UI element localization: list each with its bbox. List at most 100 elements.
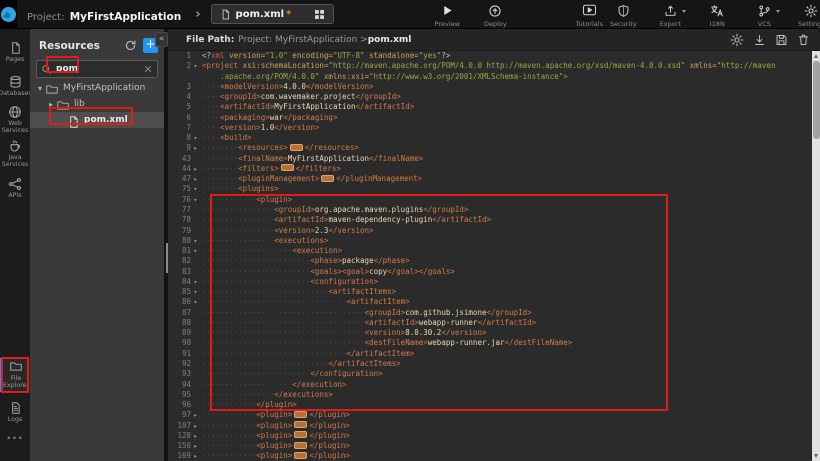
file-path-label: File Path:: [186, 35, 234, 45]
sidebar-item-label: APIs: [8, 193, 21, 200]
clear-search-icon[interactable]: [143, 64, 153, 75]
scroll-up-arrow-icon[interactable]: [814, 54, 818, 58]
sidebar-more-button[interactable]: •••: [0, 434, 30, 448]
code-editor[interactable]: 1<?xml version="1.0" encoding="UTF-8" st…: [168, 51, 820, 461]
fold-toggle-icon[interactable]: ▸: [191, 164, 200, 174]
code-line: 77················<groupId>org.apache.ma…: [168, 205, 820, 215]
code-line: 169▸············<plugin></plugin>: [168, 451, 820, 461]
folded-code-chip[interactable]: [294, 421, 307, 428]
settings-button[interactable]: [730, 33, 744, 47]
fold-spacer: [191, 215, 200, 225]
fold-toggle-icon[interactable]: ▸: [191, 451, 200, 461]
fold-toggle-icon[interactable]: ▾: [191, 133, 200, 143]
preview-button[interactable]: Preview: [430, 1, 464, 28]
fold-toggle-icon[interactable]: ▾: [191, 195, 200, 205]
wavemaker-logo-icon[interactable]: [0, 0, 17, 28]
tree-item-lib[interactable]: ▸ lib: [30, 96, 164, 112]
fold-toggle-icon[interactable]: ▾: [191, 287, 200, 297]
fold-toggle-icon[interactable]: ▾: [191, 61, 200, 71]
code-lines: 1<?xml version="1.0" encoding="UTF-8" st…: [168, 51, 820, 461]
export-button[interactable]: Export: [653, 1, 687, 28]
security-label: Security: [610, 20, 637, 28]
caret-right-icon[interactable]: ▸: [46, 100, 56, 109]
line-number: 83: [168, 267, 191, 277]
folded-code-chip[interactable]: [321, 175, 334, 182]
download-button[interactable]: [753, 33, 766, 47]
collapse-panel-button[interactable]: «: [155, 32, 168, 47]
topbar-left-actions: Preview Deploy Tutorials: [430, 1, 606, 28]
sidebar-item-databases[interactable]: Databases: [0, 71, 30, 101]
caret-down-icon[interactable]: ▾: [35, 84, 45, 93]
code-line: 89····································<v…: [168, 328, 820, 338]
delete-button[interactable]: [797, 33, 810, 47]
save-button[interactable]: [775, 33, 788, 47]
i18n-label: I18N: [710, 20, 725, 28]
refresh-icon[interactable]: [124, 39, 137, 52]
topbar-right-actions: Security Export I18N VCS Settings: [606, 1, 820, 28]
pages-icon: [9, 41, 22, 55]
tab-pom-xml[interactable]: pom.xml *: [211, 4, 335, 24]
folded-code-chip[interactable]: [294, 452, 307, 459]
fold-toggle-icon[interactable]: ▸: [191, 431, 200, 441]
fold-toggle-icon[interactable]: ▸: [191, 441, 200, 451]
sidebar-item-file-explorer[interactable]: File Explorer: [0, 358, 30, 392]
file-path-prefix: Project: MyFirstApplication >: [238, 35, 367, 45]
sidebar-item-java-services[interactable]: Java Services: [0, 139, 30, 169]
preview-label: Preview: [435, 20, 460, 28]
sidebar-item-logs[interactable]: Logs: [0, 396, 30, 428]
security-button[interactable]: Security: [606, 1, 640, 28]
i18n-button[interactable]: I18N: [700, 1, 734, 28]
fold-spacer: [191, 205, 200, 215]
vcs-button[interactable]: VCS: [747, 1, 781, 28]
grid-icon[interactable]: [314, 9, 325, 20]
fold-toggle-icon[interactable]: ▸: [191, 174, 200, 184]
line-number: 150: [168, 441, 191, 451]
fold-toggle-icon[interactable]: ▸: [191, 421, 200, 431]
tree-item-myfirstapplication[interactable]: ▾MyFirstApplication: [30, 80, 164, 96]
folded-code-chip[interactable]: [294, 442, 307, 449]
folded-code-chip[interactable]: [294, 431, 307, 438]
line-number: 75: [168, 184, 191, 194]
folder-icon: [56, 99, 70, 110]
sidebar-item-pages[interactable]: Pages: [0, 37, 30, 67]
line-number: 88: [168, 318, 191, 328]
settings-button[interactable]: Settings: [794, 1, 820, 28]
fold-toggle-icon[interactable]: ▾: [191, 236, 200, 246]
folded-code-chip[interactable]: [290, 144, 303, 151]
fold-toggle-icon[interactable]: ▸: [191, 143, 200, 153]
sidebar-item-apis[interactable]: APIs: [0, 173, 30, 203]
tree-item-pom-xml[interactable]: pom.xml: [30, 112, 164, 128]
tutorials-button[interactable]: Tutorials: [572, 1, 606, 28]
sidebar-item-label: Logs: [8, 417, 23, 424]
tree-item-label: lib: [74, 99, 85, 109]
code-line: 7····<version>1.0</version>: [168, 123, 820, 133]
fold-toggle-icon[interactable]: ▾: [191, 297, 200, 307]
security-icon: [617, 4, 630, 18]
fold-spacer: [191, 226, 200, 236]
code-line: 1<?xml version="1.0" encoding="UTF-8" st…: [168, 51, 820, 61]
scrollbar-thumb[interactable]: [813, 61, 820, 139]
search-icon: [41, 64, 52, 75]
line-number: 90: [168, 338, 191, 348]
scroll-down-arrow-icon[interactable]: [814, 454, 818, 458]
code-line: 91································</arti…: [168, 349, 820, 359]
code-line: 47▸········<pluginManagement></pluginMan…: [168, 174, 820, 184]
panel-resize-handle[interactable]: [166, 243, 168, 273]
code-line: 6····<packaging>war</packaging>: [168, 113, 820, 123]
code-line: 3····<modelVersion>4.0.0</modelVersion>: [168, 82, 820, 92]
editor-vscrollbar[interactable]: [812, 51, 820, 461]
search-input[interactable]: [52, 64, 143, 74]
folded-code-chip[interactable]: [281, 164, 294, 171]
folded-code-chip[interactable]: [294, 411, 307, 418]
fold-spacer: [191, 369, 200, 379]
line-number: 169: [168, 451, 191, 461]
fold-toggle-icon[interactable]: ▾: [191, 184, 200, 194]
fold-toggle-icon[interactable]: ▸: [191, 410, 200, 420]
code-line: 76▾············<plugin>: [168, 195, 820, 205]
fold-toggle-icon[interactable]: ▾: [191, 246, 200, 256]
deploy-button[interactable]: Deploy: [478, 1, 512, 28]
fold-toggle-icon[interactable]: ▾: [191, 277, 200, 287]
fold-spacer: [191, 380, 200, 390]
line-number: 94: [168, 380, 191, 390]
sidebar-item-web-services[interactable]: Web Services: [0, 105, 30, 135]
